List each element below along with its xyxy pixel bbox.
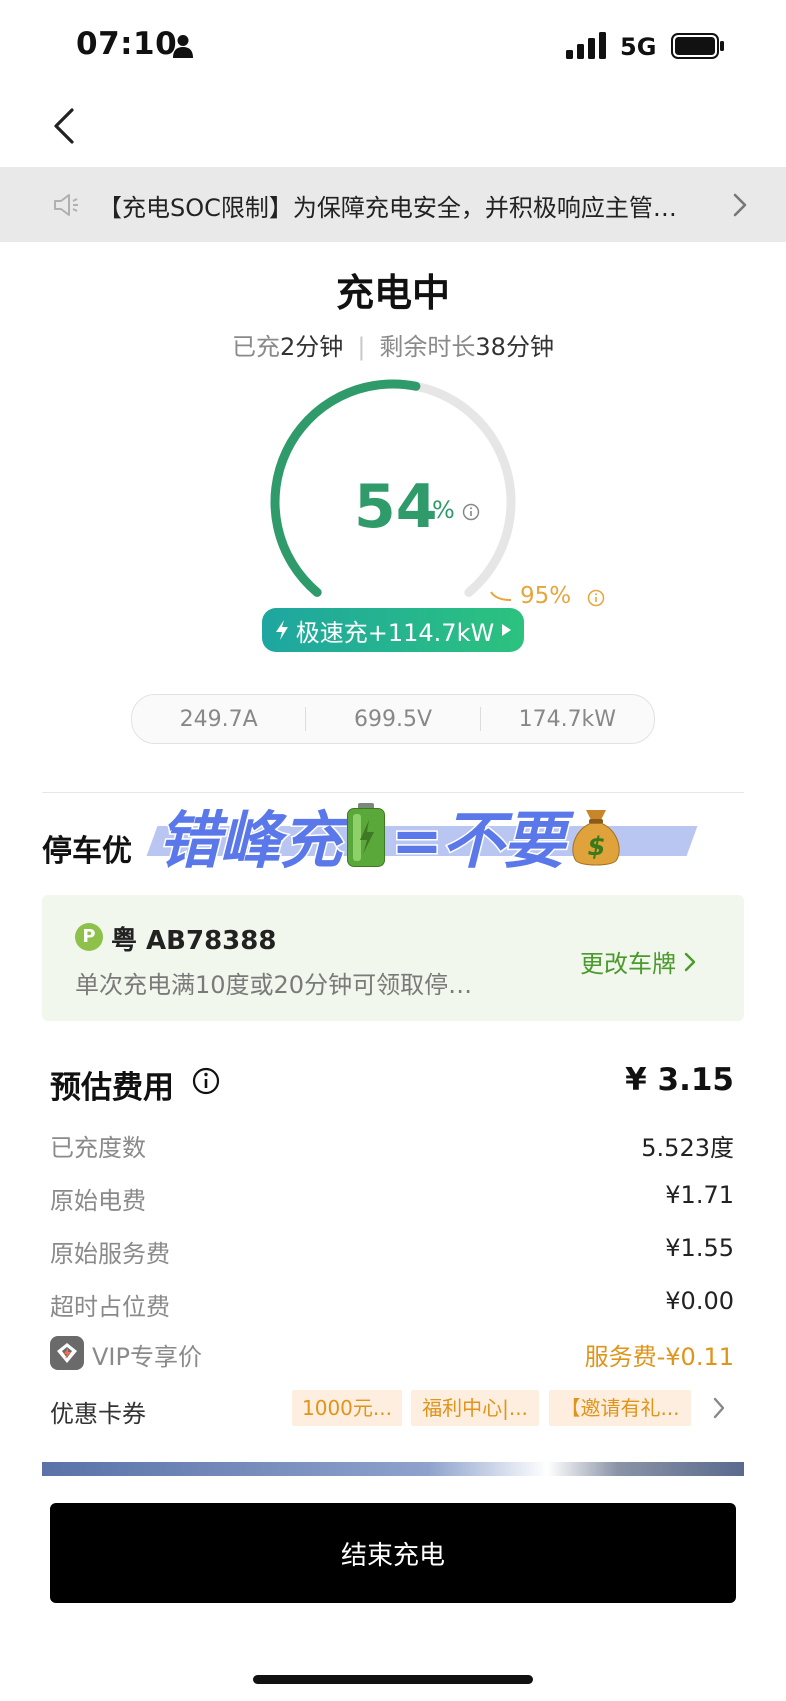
vip-discount: 服务费-¥0.11 — [584, 1343, 734, 1371]
battery-icon — [671, 33, 724, 59]
fee-row-value: ¥1.55 — [665, 1234, 734, 1262]
fee-total: ¥ 3.15 — [625, 1062, 734, 1098]
money-bag-emoji-icon: $ — [572, 810, 620, 866]
overlay-text-a: 错峰充 — [156, 803, 343, 879]
chevron-right-icon — [684, 952, 696, 971]
fee-info-icon[interactable] — [192, 1067, 220, 1095]
speaker-icon — [54, 194, 78, 216]
coupon-chip[interactable]: 福利中心|... — [411, 1390, 539, 1426]
signal-icon — [566, 32, 606, 59]
network-label: 5G — [620, 33, 657, 61]
charged-label: 已充 — [232, 333, 281, 361]
parking-section-title: 停车优 — [42, 834, 132, 869]
end-charging-button[interactable]: 结束充电 — [50, 1503, 736, 1603]
current-value: 249.7A — [179, 706, 258, 732]
fast-charge-label: 极速充+114.7kW — [295, 618, 495, 647]
chevron-right-icon[interactable] — [732, 192, 748, 218]
license-plate: 粤 AB78388 — [111, 926, 277, 956]
charged-value: 2分钟 — [280, 333, 344, 361]
chevron-right-icon[interactable] — [712, 1396, 726, 1420]
fee-row-label: 已充度数 — [50, 1134, 146, 1162]
vip-icon — [50, 1336, 84, 1370]
change-plate-label: 更改车牌 — [580, 950, 676, 978]
change-plate-button[interactable]: 更改车牌 — [580, 944, 696, 979]
fee-row-label: 原始电费 — [50, 1187, 146, 1215]
overlay-caption: 错峰充 =不要 $ — [156, 790, 624, 880]
fee-row-value: ¥1.71 — [665, 1181, 734, 1209]
limit-info-icon[interactable] — [587, 589, 605, 607]
page-title: 充电中 — [335, 271, 450, 315]
back-arrow-icon[interactable] — [50, 106, 78, 146]
separator: | — [357, 333, 366, 361]
limit-marker-icon — [490, 591, 512, 601]
info-icon[interactable] — [462, 503, 480, 521]
parking-badge: P — [75, 923, 103, 951]
soc-unit: % — [432, 496, 455, 524]
soc-value: 54 — [354, 472, 438, 542]
remaining-value: 38分钟 — [475, 333, 554, 361]
coupon-chip[interactable]: 1000元... — [292, 1390, 402, 1426]
parking-description: 单次充电满10度或20分钟可领取停… — [75, 971, 473, 999]
battery-emoji-icon — [347, 803, 386, 867]
vip-label: VIP专享价 — [92, 1343, 202, 1371]
play-arrow-icon — [502, 624, 512, 636]
status-time: 07:10 — [76, 26, 178, 62]
fee-title: 预估费用 — [50, 1070, 174, 1106]
voltage-value: 699.5V — [353, 706, 432, 732]
fee-row-label: 超时占位费 — [50, 1293, 170, 1321]
charge-time-info: 已充2分钟 | 剩余时长38分钟 — [0, 327, 786, 362]
promo-banner-strip[interactable] — [42, 1462, 744, 1476]
soc-limit: 95% — [520, 583, 572, 609]
fee-row-value: ¥0.00 — [665, 1287, 734, 1315]
fee-row-label: 原始服务费 — [50, 1240, 170, 1268]
coupon-label: 优惠卡券 — [50, 1400, 146, 1428]
home-indicator[interactable] — [253, 1675, 533, 1684]
overlay-text-b: =不要 — [390, 803, 567, 879]
notice-text[interactable]: 【充电SOC限制】为保障充电安全，并积极响应主管… — [98, 188, 710, 223]
lightning-icon — [275, 620, 288, 640]
remaining-label: 剩余时长 — [379, 333, 476, 361]
fast-charge-badge[interactable]: 极速充+114.7kW — [262, 608, 524, 652]
power-value: 174.7kW — [518, 706, 617, 732]
svg-text:$: $ — [587, 832, 604, 862]
fee-row-value: 5.523度 — [641, 1134, 734, 1162]
person-icon — [173, 35, 193, 58]
coupon-chip[interactable]: 【邀请有礼... — [549, 1390, 691, 1426]
charging-metrics: 249.7A 699.5V 174.7kW — [131, 694, 655, 744]
